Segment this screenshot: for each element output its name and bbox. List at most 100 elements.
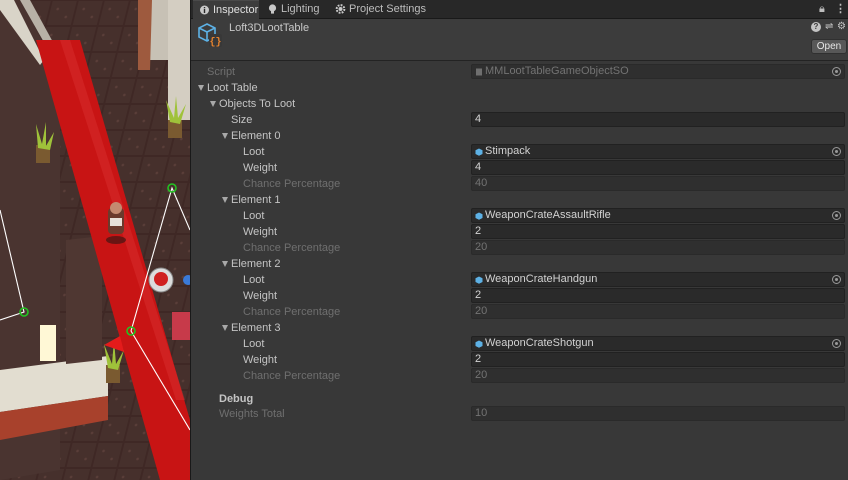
loot-object-field[interactable]: WeaponCrateShotgun: [471, 336, 845, 351]
foldout-arrow-icon[interactable]: [198, 85, 204, 91]
element-foldout[interactable]: Element 3: [191, 320, 848, 336]
object-picker-icon: [832, 67, 841, 76]
chance-label: Chance Percentage: [243, 306, 341, 318]
open-button[interactable]: Open: [811, 39, 847, 54]
prefab-icon: [475, 340, 483, 348]
tab-project-settings[interactable]: Project Settings: [329, 0, 429, 19]
weight-row: Weight 2: [191, 224, 848, 240]
room-floor-mid: [66, 236, 102, 364]
inspector-window: Inspector Lighting Project Settings 🔒︎ ⋮…: [190, 0, 848, 480]
prefab-icon: [475, 148, 483, 156]
loot-label: Loot: [243, 274, 265, 286]
chance-label: Chance Percentage: [243, 242, 341, 254]
debug-header: Debug: [191, 391, 848, 407]
weight-label: Weight: [243, 354, 278, 366]
element-label: Element 2: [231, 258, 281, 270]
weights-total-field: 10: [471, 406, 845, 421]
loot-marker-icon[interactable]: [148, 267, 174, 293]
foldout-arrow-icon[interactable]: [222, 197, 228, 203]
element-foldout[interactable]: Element 2: [191, 256, 848, 272]
script-label: Script: [207, 66, 236, 78]
loot-row: Loot WeaponCrateAssaultRifle: [191, 208, 848, 224]
help-icon[interactable]: ?: [811, 22, 821, 32]
tab-label: Project Settings: [349, 3, 427, 15]
weight-row: Weight 4: [191, 160, 848, 176]
inspector-header: {} Loft3DLootTable ? ⇌ ⚙︎ Open: [191, 19, 848, 61]
object-picker-icon[interactable]: [832, 275, 841, 284]
weight-row: Weight 2: [191, 352, 848, 368]
prefab-icon: [475, 212, 483, 220]
objects-to-loot-foldout[interactable]: Objects To Loot: [191, 96, 848, 112]
chance-row: Chance Percentage 20: [191, 368, 848, 384]
chance-label: Chance Percentage: [243, 178, 341, 190]
weight-label: Weight: [243, 290, 278, 302]
kebab-menu-icon[interactable]: ⋮: [835, 2, 846, 16]
foldout-arrow-icon[interactable]: [222, 325, 228, 331]
loot-row: Loot WeaponCrateHandgun: [191, 272, 848, 288]
tab-lighting[interactable]: Lighting: [261, 0, 323, 19]
loot-row: Loot WeaponCrateShotgun: [191, 336, 848, 352]
prefab-icon: [475, 276, 483, 284]
loot-label: Loot: [243, 338, 265, 350]
object-picker-icon[interactable]: [832, 211, 841, 220]
scene-view[interactable]: [0, 0, 190, 480]
size-row: Size 4: [191, 112, 848, 128]
object-name: Loft3DLootTable: [229, 22, 310, 34]
weight-label: Weight: [243, 162, 278, 174]
script-field: MMLootTableGameObjectSO: [471, 64, 845, 79]
weight-field[interactable]: 2: [471, 352, 845, 367]
chance-row: Chance Percentage 20: [191, 240, 848, 256]
foldout-arrow-icon[interactable]: [222, 133, 228, 139]
size-label: Size: [231, 114, 253, 126]
weights-total-label: Weights Total: [219, 408, 285, 420]
lock-icon[interactable]: 🔒︎: [819, 2, 825, 16]
lightbulb-icon: [268, 4, 277, 14]
loot-object-field[interactable]: WeaponCrateAssaultRifle: [471, 208, 845, 223]
tab-bar: Inspector Lighting Project Settings 🔒︎ ⋮: [191, 0, 848, 19]
foldout-arrow-icon[interactable]: [210, 101, 216, 107]
element-foldout[interactable]: Element 1: [191, 192, 848, 208]
element-foldout[interactable]: Element 0: [191, 128, 848, 144]
info-icon: [200, 5, 209, 15]
chance-label: Chance Percentage: [243, 370, 341, 382]
weights-total-row: Weights Total 10: [191, 406, 848, 422]
script-file-icon: [476, 68, 482, 76]
inspector-content: Script MMLootTableGameObjectSO Loot Tabl…: [191, 61, 848, 480]
element-label: Element 0: [231, 130, 281, 142]
weight-row: Weight 2: [191, 288, 848, 304]
loot-object-field[interactable]: Stimpack: [471, 144, 845, 159]
object-picker-icon[interactable]: [832, 147, 841, 156]
gear-icon: [335, 4, 346, 14]
chance-field: 20: [471, 304, 845, 319]
crate: [172, 312, 190, 340]
chance-row: Chance Percentage 40: [191, 176, 848, 192]
loot-row: Loot Stimpack: [191, 144, 848, 160]
tab-label: Lighting: [281, 3, 320, 15]
weight-field[interactable]: 4: [471, 160, 845, 175]
scene-viewport[interactable]: [0, 0, 190, 480]
script-row: Script MMLootTableGameObjectSO: [191, 64, 848, 80]
preset-icon[interactable]: ⇌: [825, 21, 833, 33]
object-picker-icon[interactable]: [832, 339, 841, 348]
loot-table-label: Loot Table: [207, 82, 258, 94]
settings-gear-icon[interactable]: ⚙︎: [837, 21, 846, 33]
lamp-light: [40, 325, 56, 361]
tab-inspector[interactable]: Inspector: [193, 0, 259, 19]
pillar-shadow: [138, 0, 152, 70]
tab-label: Inspector: [213, 4, 259, 16]
loot-label: Loot: [243, 210, 265, 222]
chance-field: 20: [471, 240, 845, 255]
loot-label: Loot: [243, 146, 265, 158]
chance-field: 20: [471, 368, 845, 383]
loot-table-foldout[interactable]: Loot Table: [191, 80, 848, 96]
chance-row: Chance Percentage 20: [191, 304, 848, 320]
weight-field[interactable]: 2: [471, 224, 845, 239]
svg-text:{}: {}: [209, 37, 221, 49]
loot-object-field[interactable]: WeaponCrateHandgun: [471, 272, 845, 287]
weight-field[interactable]: 2: [471, 288, 845, 303]
scriptable-object-icon: {}: [198, 23, 222, 49]
objects-to-loot-label: Objects To Loot: [219, 98, 296, 110]
size-field[interactable]: 4: [471, 112, 845, 127]
debug-label: Debug: [219, 393, 254, 405]
foldout-arrow-icon[interactable]: [222, 261, 228, 267]
